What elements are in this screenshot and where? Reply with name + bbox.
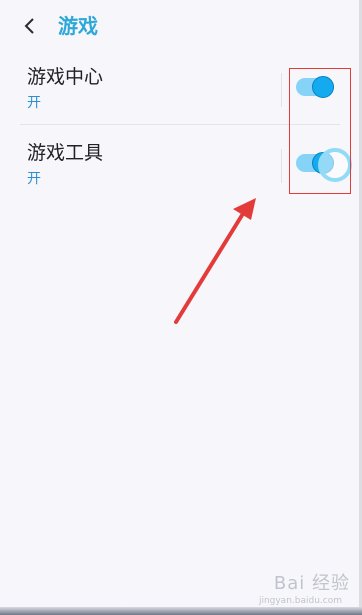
screen-bottom-edge — [0, 607, 362, 615]
watermark-url: jingyan.baidu.com — [258, 596, 342, 606]
watermark-logo: Bai 经验 — [273, 573, 350, 594]
red-arrow-icon — [174, 198, 256, 324]
